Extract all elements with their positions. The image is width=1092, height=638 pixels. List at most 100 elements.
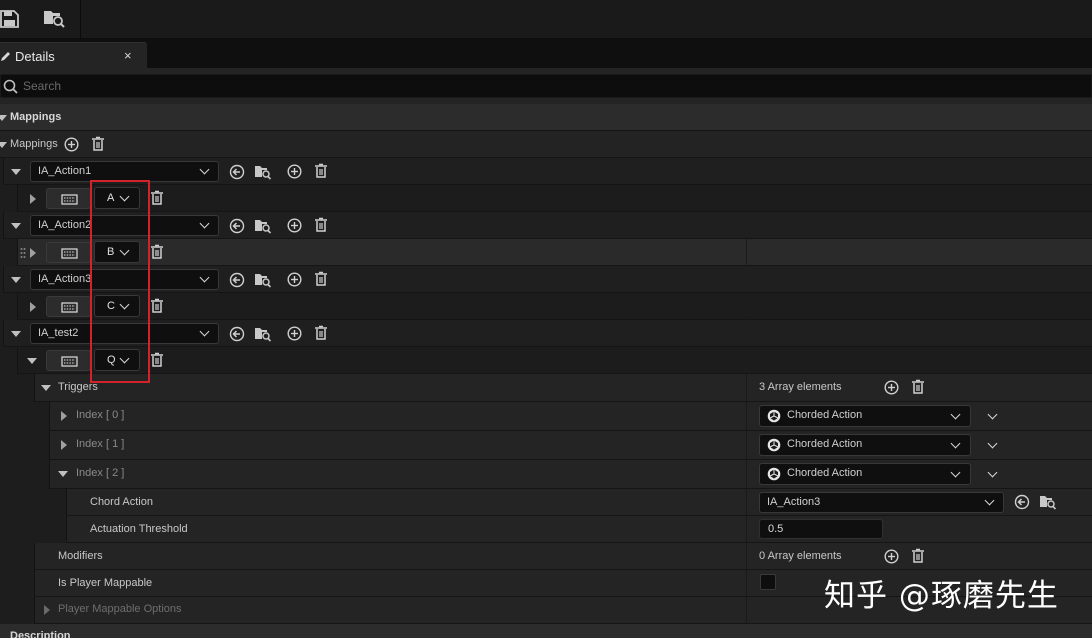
collapse-icon[interactable]	[11, 223, 21, 229]
browse-asset-icon[interactable]	[254, 325, 272, 343]
drag-handle-icon[interactable]	[20, 247, 26, 259]
trigger-class-dropdown[interactable]: Chorded Action	[759, 405, 971, 427]
add-icon[interactable]	[884, 549, 899, 564]
key-mapping-row: A	[0, 185, 1092, 212]
collapse-icon[interactable]	[27, 358, 37, 364]
tab-close-button[interactable]: ×	[124, 48, 132, 63]
tab-details[interactable]: Details ×	[0, 42, 147, 68]
modifiers-row: Modifiers 0 Array elements	[0, 543, 1092, 570]
chevron-down-icon[interactable]	[987, 467, 998, 478]
delete-icon[interactable]	[150, 298, 164, 314]
add-icon[interactable]	[64, 137, 79, 152]
chevron-down-icon[interactable]	[987, 409, 998, 420]
search-icon	[3, 79, 19, 95]
triggers-row: Triggers 3 Array elements	[0, 374, 1092, 402]
delete-icon[interactable]	[314, 325, 328, 341]
modifiers-count: 0 Array elements	[759, 550, 842, 562]
section-title: Description	[10, 630, 71, 638]
section-title: Mappings	[10, 111, 62, 123]
is-player-mappable-label: Is Player Mappable	[58, 577, 153, 589]
delete-icon[interactable]	[911, 379, 925, 395]
use-selected-icon[interactable]	[229, 218, 245, 234]
actuation-threshold-row: Actuation Threshold 0.5	[0, 516, 1092, 543]
actuation-threshold-label: Actuation Threshold	[90, 523, 188, 535]
collapse-icon[interactable]	[41, 385, 51, 391]
player-mappable-options-label: Player Mappable Options	[58, 603, 182, 615]
triggers-count: 3 Array elements	[759, 381, 842, 393]
keyboard-icon[interactable]	[46, 188, 91, 209]
collapse-icon[interactable]	[11, 169, 21, 175]
add-icon[interactable]	[287, 326, 302, 341]
delete-icon[interactable]	[911, 548, 925, 564]
chevron-down-icon[interactable]	[987, 438, 998, 449]
search-input[interactable]	[23, 77, 923, 95]
add-icon[interactable]	[884, 380, 899, 395]
keyboard-icon[interactable]	[46, 242, 91, 263]
collapse-icon[interactable]	[0, 142, 7, 148]
expand-icon[interactable]	[61, 411, 67, 421]
action-row: IA_Action1	[0, 158, 1092, 185]
delete-icon[interactable]	[150, 244, 164, 260]
save-icon[interactable]	[0, 6, 24, 32]
trigger-index-row: Index [ 1 ] Chorded Action	[0, 431, 1092, 460]
browse-asset-icon[interactable]	[254, 271, 272, 289]
collapse-icon[interactable]	[11, 277, 21, 283]
delete-icon[interactable]	[91, 136, 105, 152]
tab-title: Details	[15, 49, 55, 64]
browse-asset-icon[interactable]	[254, 163, 272, 181]
description-section-header[interactable]: Description	[0, 624, 1092, 638]
expand-icon[interactable]	[30, 248, 36, 258]
action-dropdown[interactable]: IA_Action1	[30, 161, 219, 182]
delete-icon[interactable]	[314, 271, 328, 287]
collapse-icon[interactable]	[58, 471, 68, 477]
delete-icon[interactable]	[150, 352, 164, 368]
expand-icon[interactable]	[30, 194, 36, 204]
trigger-class-dropdown[interactable]: Chorded Action	[759, 463, 971, 485]
chord-action-dropdown[interactable]: IA_Action3	[759, 492, 1004, 513]
actuation-threshold-input[interactable]: 0.5	[759, 519, 883, 539]
trigger-icon	[767, 438, 781, 452]
delete-icon[interactable]	[314, 217, 328, 233]
collapse-icon	[0, 115, 7, 121]
search-box	[0, 74, 1092, 98]
collapse-icon[interactable]	[11, 331, 21, 337]
index-label: Index [ 1 ]	[76, 438, 125, 450]
chord-action-label: Chord Action	[90, 496, 153, 508]
use-selected-icon[interactable]	[229, 272, 245, 288]
trigger-icon	[767, 467, 781, 481]
highlight-box	[90, 180, 150, 383]
mappings-array-row: Mappings	[0, 131, 1092, 158]
delete-icon[interactable]	[150, 190, 164, 206]
watermark: 知乎 @琢磨先生	[824, 578, 1059, 614]
delete-icon[interactable]	[314, 163, 328, 179]
search-bar	[0, 68, 1092, 104]
trigger-index-row: Index [ 0 ] Chorded Action	[0, 402, 1092, 431]
keyboard-icon[interactable]	[46, 350, 91, 371]
mappings-label: Mappings	[10, 138, 58, 150]
pencil-icon	[0, 50, 10, 62]
toolbar	[0, 0, 1092, 39]
browse-asset-icon[interactable]	[1039, 493, 1057, 511]
index-label: Index [ 2 ]	[76, 467, 125, 479]
use-selected-icon[interactable]	[229, 164, 245, 180]
index-label: Index [ 0 ]	[76, 409, 125, 421]
add-icon[interactable]	[287, 164, 302, 179]
trigger-class-dropdown[interactable]: Chorded Action	[759, 434, 971, 456]
modifiers-label: Modifiers	[58, 550, 103, 562]
add-icon[interactable]	[287, 272, 302, 287]
browse-asset-icon[interactable]	[254, 217, 272, 235]
expand-icon[interactable]	[30, 302, 36, 312]
mappings-section-header[interactable]: Mappings	[0, 104, 1092, 131]
expand-icon[interactable]	[44, 605, 50, 615]
use-selected-icon[interactable]	[1014, 494, 1030, 510]
use-selected-icon[interactable]	[229, 326, 245, 342]
trigger-index-row: Index [ 2 ] Chorded Action	[0, 460, 1092, 489]
tab-bar: Details ×	[0, 39, 1092, 68]
keyboard-icon[interactable]	[46, 296, 91, 317]
add-icon[interactable]	[287, 218, 302, 233]
browse-folder-icon[interactable]	[42, 6, 68, 32]
key-mapping-row: B	[0, 239, 1092, 266]
expand-icon[interactable]	[61, 440, 67, 450]
is-player-mappable-checkbox[interactable]	[760, 574, 776, 590]
action-row: IA_test2	[0, 320, 1092, 347]
